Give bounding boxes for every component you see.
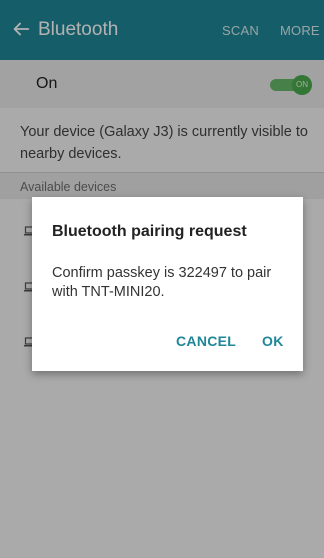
pairing-dialog: Bluetooth pairing request Confirm passke… [32,197,303,371]
ok-button[interactable]: OK [262,333,284,349]
dialog-title: Bluetooth pairing request [52,223,247,240]
cancel-button[interactable]: CANCEL [176,333,236,349]
dialog-message: Confirm passkey is 322497 to pair with T… [52,265,272,300]
